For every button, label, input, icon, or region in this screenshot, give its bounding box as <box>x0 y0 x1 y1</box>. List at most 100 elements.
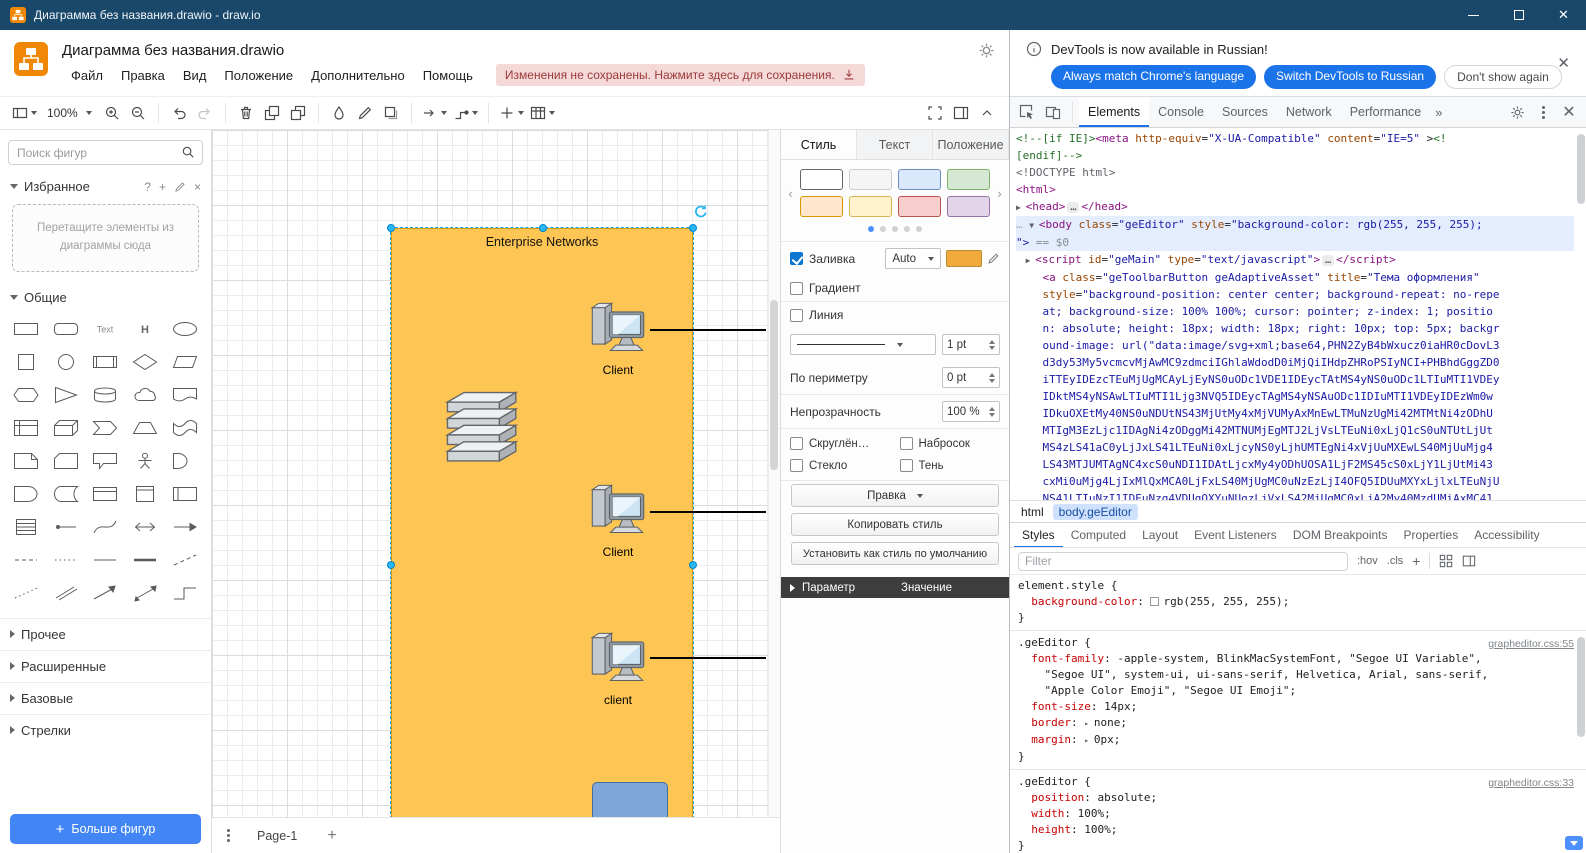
code-line-3[interactable]: <html> <box>1016 181 1574 198</box>
shape-bold-line[interactable] <box>125 544 165 577</box>
code-line-5[interactable]: … ▼ <body class="geEditor" style="backgr… <box>1016 216 1574 234</box>
shape-internal-storage[interactable] <box>6 412 46 445</box>
shape-cloud[interactable] <box>125 379 165 412</box>
styles-scrollbar[interactable] <box>1576 577 1585 851</box>
preset-swatch-7[interactable] <box>947 196 990 217</box>
sidebar-section-2[interactable]: Базовые <box>0 682 211 714</box>
code-line-12[interactable]: ound-image: url("data:image/svg+xml;base… <box>1016 337 1574 354</box>
edge[interactable] <box>650 329 766 331</box>
more-tabs-button[interactable]: » <box>1430 105 1447 120</box>
preset-page-dot-0[interactable] <box>868 226 874 232</box>
preset-swatch-4[interactable] <box>800 196 843 217</box>
menu-item-5[interactable]: Помощь <box>414 65 482 86</box>
shape-bidirectional-connector[interactable] <box>125 577 165 610</box>
container-node-enterprise-networks[interactable]: Enterprise Networks <box>391 228 693 817</box>
code-line-4[interactable]: ▶ <head>…</head> <box>1016 198 1574 216</box>
element-classes-button[interactable]: .cls <box>1387 555 1404 567</box>
style-option-0[interactable]: Скруглён… <box>790 437 896 450</box>
selection-handle[interactable] <box>387 561 395 569</box>
more-shapes-button[interactable]: + Больше фигур <box>10 814 201 844</box>
waypoints-button[interactable] <box>451 100 480 126</box>
shape-horizontal-container[interactable] <box>165 478 205 511</box>
styles-tab-dom-breakpoints[interactable]: DOM Breakpoints <box>1285 522 1396 548</box>
preset-swatch-6[interactable] <box>898 196 941 217</box>
style-option-2[interactable]: Стекло <box>790 459 896 472</box>
shape-dashed-line[interactable] <box>6 544 46 577</box>
code-line-1[interactable]: [endif]--> <box>1016 147 1574 164</box>
partial-node[interactable] <box>592 782 668 817</box>
menu-item-1[interactable]: Правка <box>112 65 174 86</box>
selection-handle[interactable] <box>689 224 697 232</box>
shape-elbow-connector[interactable] <box>165 577 205 610</box>
code-line-16[interactable]: IDkuOXEtMy40NS0uNDUtNS43MjUtMy4xMjVUMyAx… <box>1016 405 1574 422</box>
shape-cube[interactable] <box>46 412 86 445</box>
shape-tape[interactable] <box>165 412 205 445</box>
view-panels-button[interactable] <box>10 100 39 126</box>
favorites-drop-area[interactable]: Перетащите элементы из диаграммы сюда <box>12 204 199 272</box>
shape-list[interactable] <box>6 511 46 544</box>
style-line-15[interactable]: width: 100%; <box>1018 806 1576 822</box>
color-swatch[interactable] <box>1150 597 1159 606</box>
client-node-1[interactable]: Client <box>587 301 649 377</box>
shape-process[interactable] <box>86 346 126 379</box>
fill-checkbox[interactable] <box>790 252 803 265</box>
style-line-8[interactable]: font-size: 14px; <box>1018 699 1576 715</box>
diagram-canvas[interactable]: Enterprise Networks <box>212 130 780 817</box>
devtools-tab-network[interactable]: Network <box>1277 97 1341 127</box>
code-line-15[interactable]: IDktMS4yNSAwLTIuMTI1Ljg3NVQ5IDEycTAgMS4y… <box>1016 388 1574 405</box>
format-tab-1[interactable]: Текст <box>857 130 933 159</box>
format-tab-2[interactable]: Положение <box>933 130 1009 159</box>
delete-button[interactable] <box>234 100 258 126</box>
shape-search-input[interactable] <box>8 140 203 165</box>
settings-button[interactable] <box>1504 99 1530 125</box>
help-icon[interactable]: ? <box>144 180 151 194</box>
shape-callout[interactable] <box>86 445 126 478</box>
shadow-button[interactable] <box>379 100 403 126</box>
style-line-2[interactable]: } <box>1018 610 1576 626</box>
shape-directional-connector[interactable] <box>86 577 126 610</box>
theme-button[interactable] <box>978 42 995 64</box>
format-tab-0[interactable]: Стиль <box>781 130 857 159</box>
shape-text[interactable]: Text <box>86 313 126 346</box>
shape-circle[interactable] <box>46 346 86 379</box>
shape-trapezoid[interactable] <box>125 412 165 445</box>
client-node-2[interactable]: Client <box>587 483 649 559</box>
menu-item-2[interactable]: Вид <box>174 65 216 86</box>
selection-handle[interactable] <box>689 561 697 569</box>
shape-hexagon[interactable] <box>6 379 46 412</box>
code-line-10[interactable]: at; background-size: 100% 100%; cursor: … <box>1016 303 1574 320</box>
close-button[interactable]: ✕ <box>1541 0 1586 30</box>
insert-button[interactable] <box>497 100 526 126</box>
shape-cylinder[interactable] <box>86 379 126 412</box>
code-line-0[interactable]: <!--[if IE]><meta http-equiv="X-UA-Compa… <box>1016 130 1574 147</box>
preset-page-dot-2[interactable] <box>892 226 898 232</box>
preset-page-dot-3[interactable] <box>904 226 910 232</box>
devtools-tab-elements[interactable]: Elements <box>1079 97 1149 127</box>
shape-dotted-edge[interactable] <box>6 577 46 610</box>
menu-item-3[interactable]: Положение <box>215 65 302 86</box>
scrollbar-thumb[interactable] <box>1577 134 1585 204</box>
shape-data-storage[interactable] <box>46 478 86 511</box>
style-line-9[interactable]: border: ▸ none; <box>1018 715 1576 732</box>
server-node[interactable] <box>439 383 527 470</box>
css-source-link[interactable]: grapheditor.css:33 <box>1488 775 1574 791</box>
line-width-input[interactable]: 1 pt <box>942 334 1000 355</box>
shape-line[interactable] <box>86 544 126 577</box>
code-line-7[interactable]: ▶ <script id="geMain" type="text/javascr… <box>1016 251 1574 269</box>
style-line-7[interactable]: "Apple Color Emoji", "Segoe UI Emoji"; <box>1018 683 1576 699</box>
device-toolbar-button[interactable] <box>1040 99 1066 125</box>
shape-parallelogram[interactable] <box>165 346 205 379</box>
edit-style-button[interactable]: Правка <box>791 484 999 507</box>
shape-document[interactable] <box>165 379 205 412</box>
banner-button-2[interactable]: Don't show again <box>1444 65 1562 89</box>
client-node-3[interactable]: client <box>587 631 649 707</box>
style-line-11[interactable]: } <box>1018 749 1576 765</box>
elements-scrollbar[interactable] <box>1576 130 1585 498</box>
shape-ellipse[interactable] <box>165 313 205 346</box>
inspect-element-button[interactable] <box>1014 99 1040 125</box>
shape-heading[interactable]: H <box>125 313 165 346</box>
code-line-13[interactable]: d3dy53My5vcmcvMjAwMC9zdmciIGhlaWdodD0iMj… <box>1016 354 1574 371</box>
shape-card[interactable] <box>46 445 86 478</box>
computed-sidebar-icon[interactable] <box>1462 554 1476 568</box>
canvas-vertical-scrollbar[interactable] <box>768 130 780 817</box>
